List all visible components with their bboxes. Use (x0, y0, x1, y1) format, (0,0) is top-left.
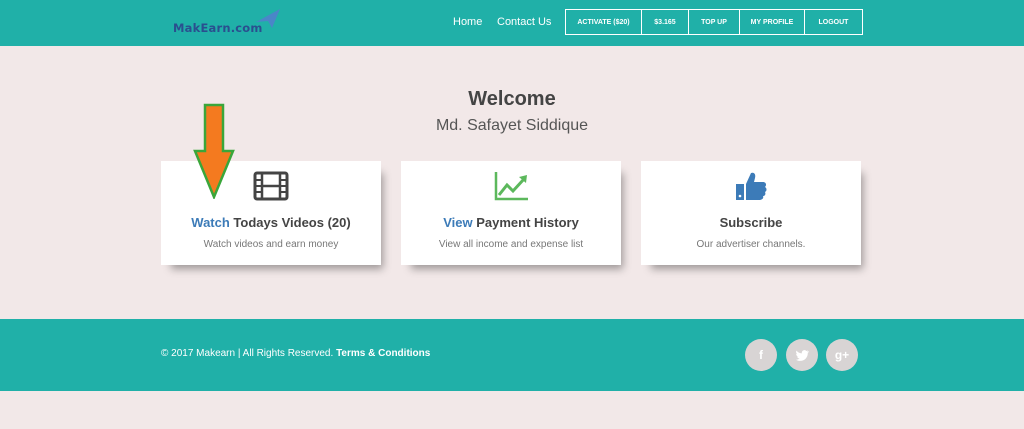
facebook-icon[interactable]: f (745, 339, 777, 371)
card-title-highlight[interactable]: Watch (191, 215, 230, 230)
orange-arrow-annotation (193, 103, 235, 199)
nav-contact-link[interactable]: Contact Us (497, 16, 551, 28)
card-title[interactable]: View Payment History (401, 215, 621, 230)
balance-button[interactable]: $3.165 (642, 10, 689, 34)
thumbs-up-icon (736, 172, 767, 200)
payment-history-card[interactable]: View Payment History View all income and… (401, 161, 621, 265)
card-title-text: Payment History (472, 215, 579, 230)
user-name: Md. Safayet Siddique (435, 117, 589, 134)
subscribe-card[interactable]: Subscribe Our advertiser channels. (641, 161, 861, 265)
copyright-text: © 2017 Makearn | All Rights Reserved. Te… (161, 348, 430, 359)
card-description: Our advertiser channels. (696, 239, 806, 250)
chart-line-icon (494, 172, 528, 201)
activate-button[interactable]: ACTIVATE ($20) (566, 10, 642, 34)
twitter-bird-icon (795, 349, 809, 361)
card-title-highlight[interactable]: View (443, 215, 472, 230)
welcome-title: Welcome (468, 88, 556, 110)
card-title[interactable]: Subscribe (641, 215, 861, 230)
film-icon (253, 171, 289, 201)
nav-home-link[interactable]: Home (453, 16, 482, 28)
logout-button[interactable]: LOGOUT (805, 10, 862, 34)
google-plus-icon[interactable]: g+ (826, 339, 858, 371)
footer: © 2017 Makearn | All Rights Reserved. Te… (0, 319, 1024, 391)
card-title-text: Todays Videos (20) (229, 215, 351, 230)
paper-plane-icon (256, 9, 280, 28)
site-logo[interactable]: MakEarn.com (173, 8, 283, 38)
my-profile-button[interactable]: MY PROFILE (740, 10, 805, 34)
card-title-text: Subscribe (719, 215, 783, 230)
account-button-group: ACTIVATE ($20) $3.165 TOP UP MY PROFILE … (565, 9, 863, 35)
terms-link[interactable]: Terms & Conditions (336, 348, 430, 359)
card-description: View all income and expense list (438, 239, 584, 250)
twitter-icon[interactable] (786, 339, 818, 371)
top-navbar: MakEarn.com Home Contact Us ACTIVATE ($2… (0, 0, 1024, 46)
logo-text: MakEarn.com (173, 21, 263, 35)
card-description: Watch videos and earn money (203, 239, 339, 250)
card-title[interactable]: Watch Todays Videos (20) (161, 215, 381, 230)
copyright-label: © 2017 Makearn | All Rights Reserved. (161, 348, 334, 359)
top-up-button[interactable]: TOP UP (689, 10, 740, 34)
